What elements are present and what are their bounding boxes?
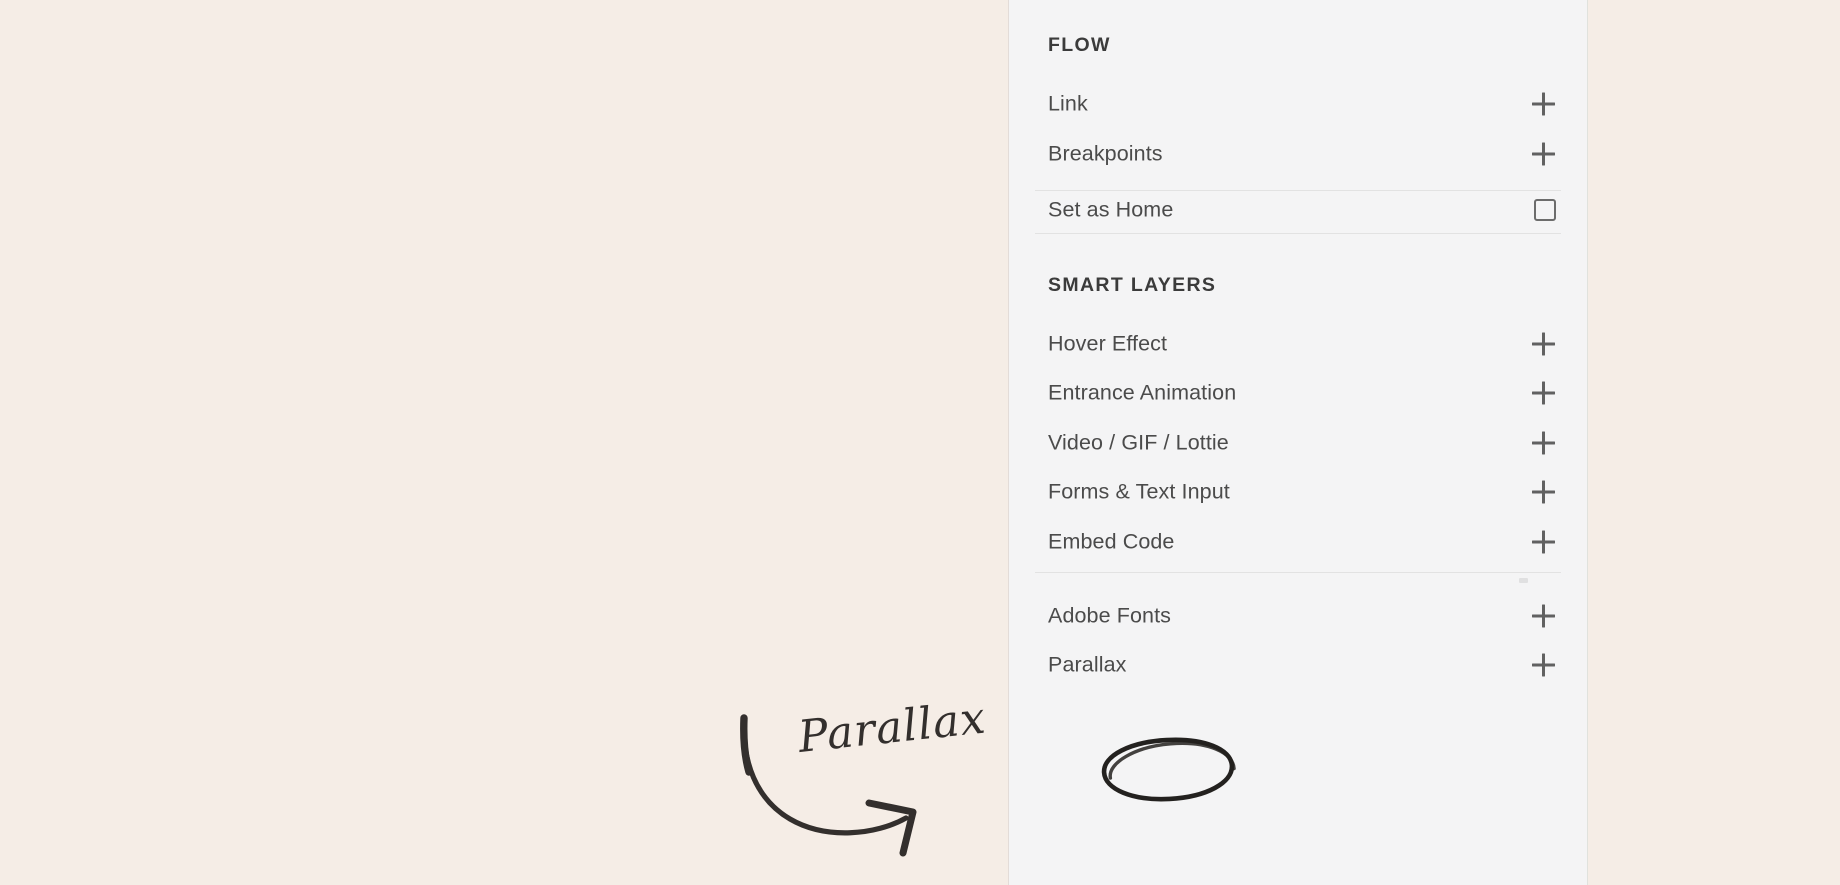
row-hover-effect[interactable]: Hover Effect	[1009, 322, 1587, 366]
row-label-set-as-home: Set as Home	[1048, 197, 1174, 222]
row-set-as-home[interactable]: Set as Home	[1009, 188, 1587, 232]
row-link[interactable]: Link	[1009, 82, 1587, 126]
row-forms-text-input[interactable]: Forms & Text Input	[1009, 470, 1587, 514]
divider	[1035, 233, 1561, 234]
row-label-forms-text-input: Forms & Text Input	[1048, 479, 1230, 504]
row-adobe-fonts[interactable]: Adobe Fonts	[1009, 594, 1587, 638]
properties-panel: FLOW Link Breakpoints Set as Home SMART …	[1008, 0, 1588, 885]
plus-icon[interactable]	[1532, 142, 1555, 166]
row-embed-code[interactable]: Embed Code	[1009, 520, 1587, 564]
handwritten-annotation-label: Parallax	[795, 693, 989, 764]
row-label-parallax: Parallax	[1048, 652, 1127, 677]
section-title-smart-layers: SMART LAYERS	[1048, 274, 1217, 296]
row-label-link: Link	[1048, 91, 1088, 116]
row-parallax[interactable]: Parallax	[1009, 643, 1587, 687]
row-label-adobe-fonts: Adobe Fonts	[1048, 603, 1172, 628]
row-entrance-animation[interactable]: Entrance Animation	[1009, 371, 1587, 415]
plus-icon[interactable]	[1532, 431, 1555, 455]
row-label-breakpoints: Breakpoints	[1048, 141, 1163, 166]
plus-icon[interactable]	[1532, 332, 1555, 356]
row-label-video-gif-lottie: Video / GIF / Lottie	[1048, 430, 1229, 455]
plus-icon[interactable]	[1532, 530, 1555, 554]
row-label-embed-code: Embed Code	[1048, 529, 1175, 554]
section-title-flow: FLOW	[1048, 34, 1111, 56]
row-video-gif-lottie[interactable]: Video / GIF / Lottie	[1009, 421, 1587, 465]
row-breakpoints[interactable]: Breakpoints	[1009, 132, 1587, 176]
checkbox-icon[interactable]	[1534, 199, 1556, 221]
cursor-artifact	[1519, 578, 1528, 583]
curved-arrow-icon	[740, 714, 917, 857]
plus-icon[interactable]	[1532, 604, 1555, 628]
row-label-hover-effect: Hover Effect	[1048, 331, 1168, 356]
plus-icon[interactable]	[1532, 480, 1555, 504]
plus-icon[interactable]	[1532, 653, 1555, 677]
plus-icon[interactable]	[1532, 92, 1555, 116]
plus-icon[interactable]	[1532, 381, 1555, 405]
screen: FLOW Link Breakpoints Set as Home SMART …	[0, 0, 1840, 885]
divider	[1035, 572, 1561, 573]
row-label-entrance-animation: Entrance Animation	[1048, 380, 1237, 405]
panel-content: FLOW Link Breakpoints Set as Home SMART …	[1009, 0, 1587, 885]
